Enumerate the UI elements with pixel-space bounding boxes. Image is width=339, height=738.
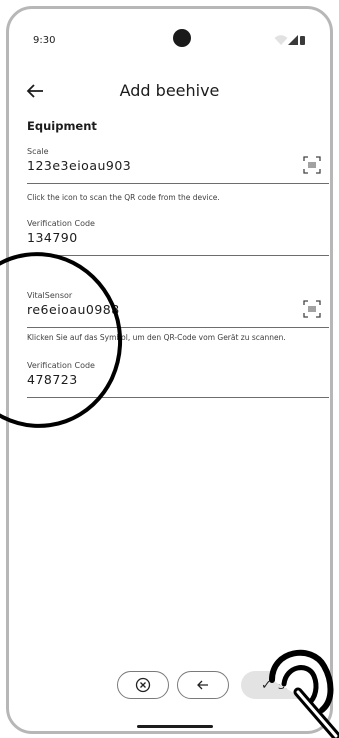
cancel-button[interactable] [117,671,169,699]
status-bar: 9:30 [9,9,330,65]
status-icons [274,35,314,47]
scale-field[interactable]: Scale 123e3eioau903 [27,147,329,184]
signal-icon [288,35,298,45]
cancel-circle-icon [135,677,151,693]
arrow-left-icon [197,680,208,690]
battery-icon [300,36,305,45]
page-title: Add beehive [119,81,220,100]
home-indicator [137,725,213,728]
scale-helper-text: Click the icon to scan the QR code from … [27,193,220,202]
scale-value: 123e3eioau903 [27,158,132,173]
qr-scan-icon[interactable] [303,156,321,174]
section-title-equipment: Equipment [27,119,97,133]
qr-scan-icon[interactable] [303,300,321,318]
camera-cutout [173,29,191,47]
wifi-icon [274,35,288,45]
previous-button[interactable] [177,671,229,699]
verification-value: 134790 [27,230,78,245]
status-time: 9:30 [33,35,56,46]
verification-label: Verification Code [27,219,95,228]
app-bar: Add beehive [9,75,330,109]
pointer-hand-icon [269,649,339,738]
scale-verification-field[interactable]: Verification Code 134790 [27,219,329,256]
scale-label: Scale [27,147,49,156]
